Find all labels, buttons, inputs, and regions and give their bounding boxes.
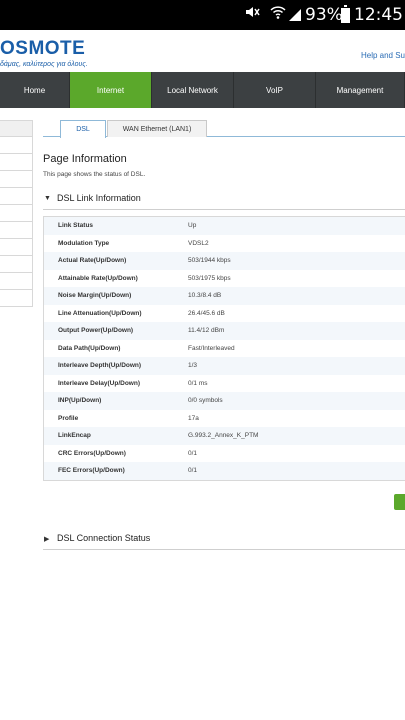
logo: OSMOTE [0, 38, 86, 59]
row-value: 10.3/8.4 dB [188, 292, 222, 300]
nav-home[interactable]: Home [0, 72, 70, 108]
wifi-icon [270, 4, 286, 25]
row-label: INP(Up/Down) [58, 397, 102, 405]
left-menu [0, 120, 33, 307]
nav-local-network[interactable]: Local Network [152, 72, 234, 108]
left-menu-item[interactable] [0, 290, 33, 307]
row-label: FEC Errors(Up/Down) [58, 467, 125, 475]
row-value: 17a [188, 414, 199, 422]
left-menu-item[interactable] [0, 256, 33, 273]
section-title: DSL Connection Status [57, 533, 151, 543]
left-menu-item[interactable] [0, 273, 33, 290]
row-label: Data Path(Up/Down) [58, 344, 121, 352]
battery-icon [341, 5, 350, 23]
row-value: Fast/Interleaved [188, 344, 235, 352]
left-menu-item[interactable] [0, 205, 33, 222]
table-row: LinkEncap G.993.2_Annex_K_PTM [44, 427, 405, 445]
table-row: FEC Errors(Up/Down) 0/1 [44, 462, 405, 480]
table-row: Output Power(Up/Down) 11.4/12 dBm [44, 322, 405, 340]
tagline: δάμας, καλύτερος για όλους. [0, 61, 88, 68]
table-row: Interleave Depth(Up/Down) 1/3 [44, 357, 405, 375]
status-bar: 93% 12:45 [0, 0, 405, 30]
table-row: Attainable Rate(Up/Down) 503/1975 kbps [44, 269, 405, 287]
triangle-right-icon: ▶ [44, 536, 50, 543]
left-menu-item[interactable] [0, 171, 33, 188]
dsl-link-table: Link Status Up Modulation Type VDSL2 Actua… [43, 216, 405, 481]
table-row: Link Status Up [44, 217, 405, 235]
triangle-down-icon: ▼ [44, 195, 51, 202]
left-menu-item[interactable] [0, 154, 33, 171]
nav-management[interactable]: Management [316, 72, 405, 108]
row-value: Up [188, 222, 197, 230]
row-value: 503/1944 kbps [188, 257, 231, 265]
row-value: G.993.2_Annex_K_PTM [188, 432, 259, 440]
clock: 12:45 [354, 5, 403, 25]
left-menu-item[interactable] [0, 137, 33, 154]
section-title: DSL Link Information [57, 193, 141, 203]
left-menu-item[interactable] [0, 239, 33, 256]
table-row: Noise Margin(Up/Down) 10.3/8.4 dB [44, 287, 405, 305]
left-menu-item[interactable] [0, 222, 33, 239]
nav-internet[interactable]: Internet [70, 72, 152, 108]
left-menu-item[interactable] [0, 188, 33, 205]
tab-wan-ethernet[interactable]: WAN Ethernet (LAN1) [107, 120, 207, 137]
row-label: CRC Errors(Up/Down) [58, 449, 126, 457]
table-row: Interleave Delay(Up/Down) 0/1 ms [44, 374, 405, 392]
row-label: Attainable Rate(Up/Down) [58, 274, 138, 282]
row-label: Link Status [58, 222, 94, 230]
row-value: 0/0 symbols [188, 397, 223, 405]
row-label: Interleave Delay(Up/Down) [58, 379, 140, 387]
row-label: Noise Margin(Up/Down) [58, 292, 132, 300]
mute-icon [244, 4, 260, 25]
row-label: LinkEncap [58, 432, 91, 440]
row-label: Output Power(Up/Down) [58, 327, 134, 335]
table-row: Profile 17a [44, 409, 405, 427]
tab-dsl[interactable]: DSL [60, 120, 106, 138]
table-row: Data Path(Up/Down) Fast/Interleaved [44, 339, 405, 357]
row-value: 0/1 [188, 467, 198, 475]
left-menu-item[interactable] [0, 120, 33, 137]
row-value: 26.4/45.6 dB [188, 309, 225, 317]
tab-bar: DSL WAN Ethernet (LAN1) [43, 120, 405, 138]
table-row: INP(Up/Down) 0/0 symbols [44, 392, 405, 410]
page-description: This page shows the status of DSL. [43, 171, 146, 178]
dsl-connection-section-header[interactable]: ▶ DSL Connection Status [43, 532, 405, 550]
row-value: 1/3 [188, 362, 198, 370]
nav-voip[interactable]: VoIP [234, 72, 316, 108]
dsl-link-section-header[interactable]: ▼ DSL Link Information [43, 192, 405, 210]
table-row: CRC Errors(Up/Down) 0/1 [44, 444, 405, 462]
table-row: Modulation Type VDSL2 [44, 234, 405, 252]
row-label: Actual Rate(Up/Down) [58, 257, 127, 265]
row-value: 0/1 [188, 449, 198, 457]
row-value: 503/1975 kbps [188, 274, 231, 282]
row-label: Interleave Depth(Up/Down) [58, 362, 142, 370]
battery-percent: 93% [305, 5, 343, 25]
row-label: Line Attenuation(Up/Down) [58, 309, 142, 317]
brand-header: OSMOTE δάμας, καλύτερος για όλους. Help … [0, 30, 405, 73]
signal-icon [288, 7, 302, 27]
row-value: 11.4/12 dBm [188, 327, 225, 335]
page-title: Page Information [43, 153, 127, 165]
main-nav: Home Internet Local Network VoIP Managem… [0, 72, 405, 108]
row-value: VDSL2 [188, 239, 209, 247]
help-link[interactable]: Help and Su [361, 51, 405, 60]
row-value: 0/1 ms [188, 379, 208, 387]
table-row: Line Attenuation(Up/Down) 26.4/45.6 dB [44, 304, 405, 322]
row-label: Profile [58, 414, 79, 422]
table-row: Actual Rate(Up/Down) 503/1944 kbps [44, 252, 405, 270]
row-label: Modulation Type [58, 239, 110, 247]
refresh-button[interactable] [394, 494, 405, 510]
